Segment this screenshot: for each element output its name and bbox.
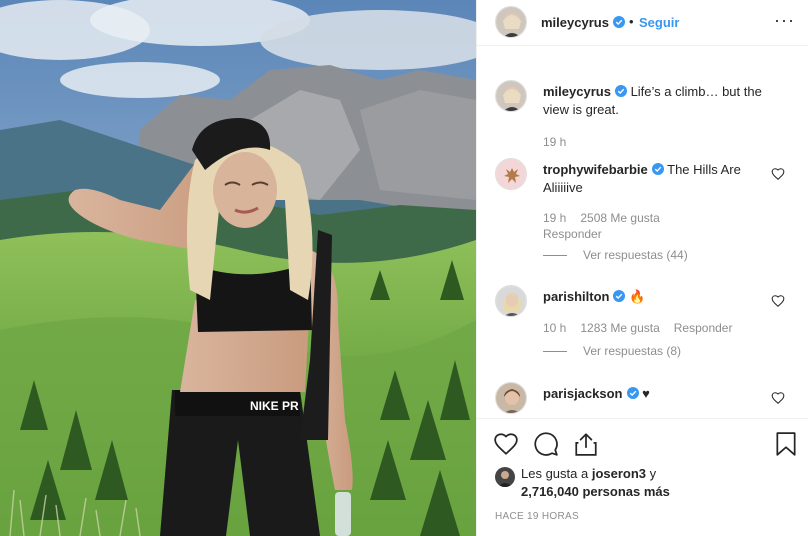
view-replies-button[interactable]: Ver respuestas (8) bbox=[543, 344, 681, 358]
like-comment-heart-icon[interactable] bbox=[771, 294, 785, 308]
comment-reply-row: Responder bbox=[543, 226, 616, 242]
view-replies-button[interactable]: Ver respuestas (44) bbox=[543, 248, 688, 262]
like-comment-heart-icon[interactable] bbox=[771, 167, 785, 181]
comment-likes[interactable]: 2508 Me gusta bbox=[580, 211, 659, 225]
svg-text:NIKE PR: NIKE PR bbox=[250, 399, 299, 413]
comment-username[interactable]: parishilton bbox=[543, 289, 609, 304]
comment-text: ♥ bbox=[642, 386, 650, 401]
comment-avatar[interactable] bbox=[495, 285, 527, 317]
separator-dot: • bbox=[629, 14, 634, 29]
comment-time: 10 h bbox=[543, 321, 567, 335]
verified-badge-icon bbox=[614, 85, 627, 97]
likes-text: Les gusta a joseron3 y 2,716,040 persona… bbox=[521, 465, 781, 501]
comment-meta: 10 h 1283 Me gusta Responder bbox=[543, 320, 746, 336]
replies-divider bbox=[543, 255, 567, 257]
liker-username[interactable]: joseron3 bbox=[592, 466, 646, 481]
likes-count[interactable]: 2,716,040 personas más bbox=[521, 484, 670, 499]
caption-username[interactable]: mileycyrus bbox=[543, 84, 611, 99]
likes-prefix: Les gusta a bbox=[521, 466, 592, 481]
comments-list[interactable]: mileycyrus Life’s a climb… but the view … bbox=[477, 60, 808, 418]
verified-badge-icon bbox=[612, 16, 625, 28]
bookmark-icon[interactable] bbox=[773, 431, 799, 457]
like-comment-heart-icon[interactable] bbox=[771, 391, 785, 405]
comment-text-block: parishilton 🔥 bbox=[543, 288, 775, 306]
author-username[interactable]: mileycyrus bbox=[541, 15, 625, 30]
share-icon[interactable] bbox=[573, 431, 599, 457]
comment-text-block: parisjackson ♥ bbox=[543, 385, 775, 403]
caption-text-block: mileycyrus Life’s a climb… but the view … bbox=[543, 83, 775, 119]
verified-badge-icon bbox=[626, 387, 639, 399]
post-timestamp[interactable]: HACE 19 HORAS bbox=[495, 511, 579, 522]
verified-badge-icon bbox=[613, 290, 626, 302]
comment-time: 19 h bbox=[543, 211, 567, 225]
comment-icon[interactable] bbox=[533, 431, 559, 457]
comment-avatar[interactable] bbox=[495, 158, 527, 190]
post-actions: Les gusta a joseron3 y 2,716,040 persona… bbox=[477, 418, 808, 536]
reply-button[interactable]: Responder bbox=[543, 227, 602, 241]
comment-username[interactable]: parisjackson bbox=[543, 386, 623, 401]
post-header: mileycyrus • Seguir ··· bbox=[477, 0, 808, 46]
post-sidebar: mileycyrus • Seguir ··· mileycyrus Life’… bbox=[476, 0, 808, 536]
comment-username[interactable]: trophywifebarbie bbox=[543, 162, 648, 177]
replies-divider bbox=[543, 351, 567, 353]
author-username-text[interactable]: mileycyrus bbox=[541, 15, 609, 30]
comment-text: 🔥 bbox=[629, 289, 646, 304]
caption-time-text: 19 h bbox=[543, 135, 567, 149]
comment-likes[interactable]: 1283 Me gusta bbox=[580, 321, 659, 335]
caption-avatar[interactable] bbox=[495, 80, 527, 112]
post-image: NIKE PR bbox=[0, 0, 476, 536]
view-replies-text[interactable]: Ver respuestas (44) bbox=[583, 248, 688, 262]
liker-avatar[interactable] bbox=[495, 467, 515, 487]
reply-button[interactable]: Responder bbox=[674, 321, 733, 335]
comment-avatar[interactable] bbox=[495, 382, 527, 414]
likes-conjunction: y bbox=[646, 466, 657, 481]
more-options-icon[interactable]: ··· bbox=[774, 10, 795, 31]
post-photo[interactable]: NIKE PR bbox=[0, 0, 476, 536]
author-avatar[interactable] bbox=[495, 6, 527, 38]
follow-button[interactable]: Seguir bbox=[639, 15, 679, 30]
comment-text-block: trophywifebarbie The Hills Are Aliiiiive bbox=[543, 161, 775, 197]
heart-icon[interactable] bbox=[493, 431, 519, 457]
verified-badge-icon bbox=[651, 163, 664, 175]
view-replies-text[interactable]: Ver respuestas (8) bbox=[583, 344, 681, 358]
comment-meta: 19 h 2508 Me gusta bbox=[543, 210, 674, 226]
caption-time: 19 h bbox=[543, 134, 580, 150]
